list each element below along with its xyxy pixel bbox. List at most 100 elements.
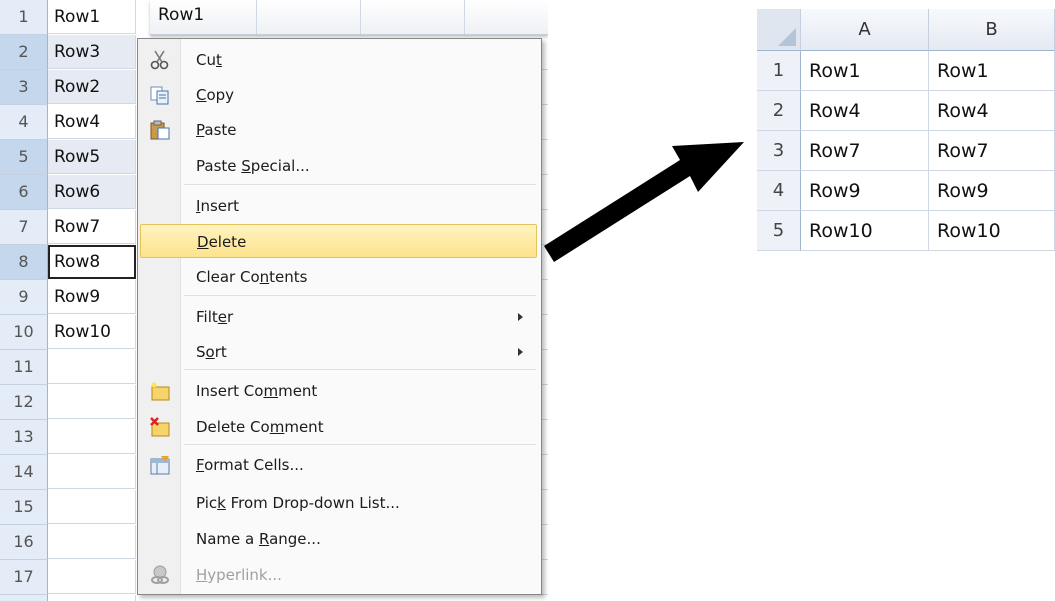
cell-b[interactable]: Row1 bbox=[929, 51, 1055, 91]
label-text: Clear Co bbox=[196, 268, 260, 286]
row-header[interactable]: 18 bbox=[0, 595, 48, 601]
menu-item-label: Insert Comment bbox=[196, 374, 317, 408]
row-header[interactable]: 6 bbox=[0, 175, 48, 210]
cell-a[interactable] bbox=[48, 420, 136, 454]
menu-item-paste[interactable]: Paste bbox=[140, 113, 537, 147]
menu-item-label: Insert bbox=[196, 189, 239, 223]
label-text: Filt bbox=[196, 308, 218, 326]
grid-line bbox=[360, 0, 361, 34]
row-header[interactable]: 1 bbox=[757, 51, 801, 91]
row-header[interactable]: 17 bbox=[0, 560, 48, 595]
menu-item-sort[interactable]: Sort bbox=[140, 335, 537, 369]
submenu-arrow-icon bbox=[518, 348, 523, 356]
copy-icon bbox=[149, 85, 171, 105]
row-header[interactable]: 3 bbox=[0, 70, 48, 105]
cell-a[interactable]: Row9 bbox=[801, 171, 929, 211]
row-header[interactable]: 7 bbox=[0, 210, 48, 245]
row-header[interactable]: 13 bbox=[0, 420, 48, 455]
cell-b1-text: Row1 bbox=[158, 5, 205, 25]
cell-a[interactable] bbox=[48, 525, 136, 559]
cell-a[interactable]: Row10 bbox=[801, 211, 929, 251]
menu-item-insert-comment[interactable]: Insert Comment bbox=[140, 374, 537, 408]
cell-a[interactable]: Row7 bbox=[48, 210, 136, 244]
menu-item-delete-comment[interactable]: Delete Comment bbox=[140, 410, 537, 444]
row-header[interactable]: 5 bbox=[757, 211, 801, 251]
menu-item-insert[interactable]: Insert bbox=[140, 189, 537, 223]
row-header[interactable]: 10 bbox=[0, 315, 48, 350]
cell-a[interactable] bbox=[48, 490, 136, 524]
cell-b[interactable]: Row10 bbox=[929, 211, 1055, 251]
menu-item-paste-special[interactable]: Paste Special... bbox=[140, 149, 537, 183]
row-header[interactable]: 4 bbox=[757, 171, 801, 211]
access-key: o bbox=[205, 343, 215, 361]
menu-item-cut[interactable]: Cut bbox=[140, 43, 537, 77]
grid-line bbox=[464, 0, 465, 34]
row-header[interactable]: 12 bbox=[0, 385, 48, 420]
cell-b[interactable]: Row7 bbox=[929, 131, 1055, 171]
row-header[interactable]: 9 bbox=[0, 280, 48, 315]
cell-a[interactable]: Row6 bbox=[48, 175, 136, 209]
row-header[interactable]: 2 bbox=[757, 91, 801, 131]
cell-a[interactable]: Row8 bbox=[48, 245, 136, 279]
result-row: 4 Row9 Row9 bbox=[757, 171, 1055, 211]
label-text: yperlink... bbox=[207, 566, 282, 584]
cell-a[interactable] bbox=[48, 560, 136, 594]
menu-item-pick-from-drop-down-list[interactable]: Pick From Drop-down List... bbox=[140, 486, 537, 520]
menu-item-delete[interactable]: Delete bbox=[140, 224, 537, 258]
menu-item-label: Cut bbox=[196, 43, 222, 77]
format-cells-icon bbox=[149, 455, 171, 475]
cell-b[interactable]: Row9 bbox=[929, 171, 1055, 211]
menu-item-name-a-range[interactable]: Name a Range... bbox=[140, 522, 537, 556]
menu-separator bbox=[184, 184, 536, 185]
label-text: Insert Co bbox=[196, 382, 264, 400]
access-key: R bbox=[258, 530, 270, 548]
label-text: Delete Co bbox=[196, 418, 270, 436]
menu-item-filter[interactable]: Filter bbox=[140, 300, 537, 334]
row-header[interactable]: 8 bbox=[0, 245, 48, 280]
select-all-corner[interactable] bbox=[757, 9, 801, 51]
row-header[interactable]: 14 bbox=[0, 455, 48, 490]
cell-a[interactable]: Row4 bbox=[801, 91, 929, 131]
cell-a[interactable] bbox=[48, 350, 136, 384]
menu-item-format-cells[interactable]: Format Cells... bbox=[140, 448, 537, 482]
access-key: m bbox=[263, 382, 279, 400]
cell-rest[interactable] bbox=[137, 595, 548, 601]
sheet-row: 18 bbox=[0, 595, 548, 601]
result-arrow-icon bbox=[544, 142, 744, 262]
menu-item-copy[interactable]: Copy bbox=[140, 78, 537, 112]
cell-a[interactable]: Row7 bbox=[801, 131, 929, 171]
row-header[interactable]: 15 bbox=[0, 490, 48, 525]
column-header-b[interactable]: B bbox=[929, 9, 1055, 51]
label-text: S bbox=[196, 343, 206, 361]
cell-a[interactable]: Row10 bbox=[48, 315, 136, 349]
row-header[interactable]: 11 bbox=[0, 350, 48, 385]
menu-item-clear-contents[interactable]: Clear Contents bbox=[140, 260, 537, 294]
row-header[interactable]: 3 bbox=[757, 131, 801, 171]
cell-a[interactable] bbox=[48, 455, 136, 489]
label-text: aste bbox=[204, 121, 237, 139]
row-header[interactable]: 2 bbox=[0, 35, 48, 70]
cell-a1[interactable]: Row1 bbox=[48, 0, 136, 34]
row-header[interactable]: 4 bbox=[0, 105, 48, 140]
cell-a[interactable]: Row3 bbox=[48, 35, 136, 69]
menu-item-label: Name a Range... bbox=[196, 522, 321, 556]
cell-a[interactable]: Row4 bbox=[48, 105, 136, 139]
cell-b[interactable]: Row4 bbox=[929, 91, 1055, 131]
row-header[interactable]: 16 bbox=[0, 525, 48, 560]
cell-a[interactable]: Row5 bbox=[48, 140, 136, 174]
cell-a[interactable] bbox=[48, 385, 136, 419]
result-row: 5 Row10 Row10 bbox=[757, 211, 1055, 251]
access-key: S bbox=[241, 157, 251, 175]
label-text: opy bbox=[206, 86, 235, 104]
cell-a[interactable] bbox=[48, 595, 136, 601]
row-header[interactable]: 1 bbox=[0, 0, 48, 35]
cell-a[interactable]: Row9 bbox=[48, 280, 136, 314]
cell-a[interactable]: Row2 bbox=[48, 70, 136, 104]
label-text: Name a bbox=[196, 530, 259, 548]
label-text: ment bbox=[278, 382, 318, 400]
row-header[interactable]: 5 bbox=[0, 140, 48, 175]
cell-a[interactable]: Row1 bbox=[801, 51, 929, 91]
column-header-a[interactable]: A bbox=[801, 9, 929, 51]
menu-item-hyperlink[interactable]: Hyperlink... bbox=[140, 558, 537, 592]
cell-b1[interactable]: Row1 bbox=[150, 0, 548, 35]
